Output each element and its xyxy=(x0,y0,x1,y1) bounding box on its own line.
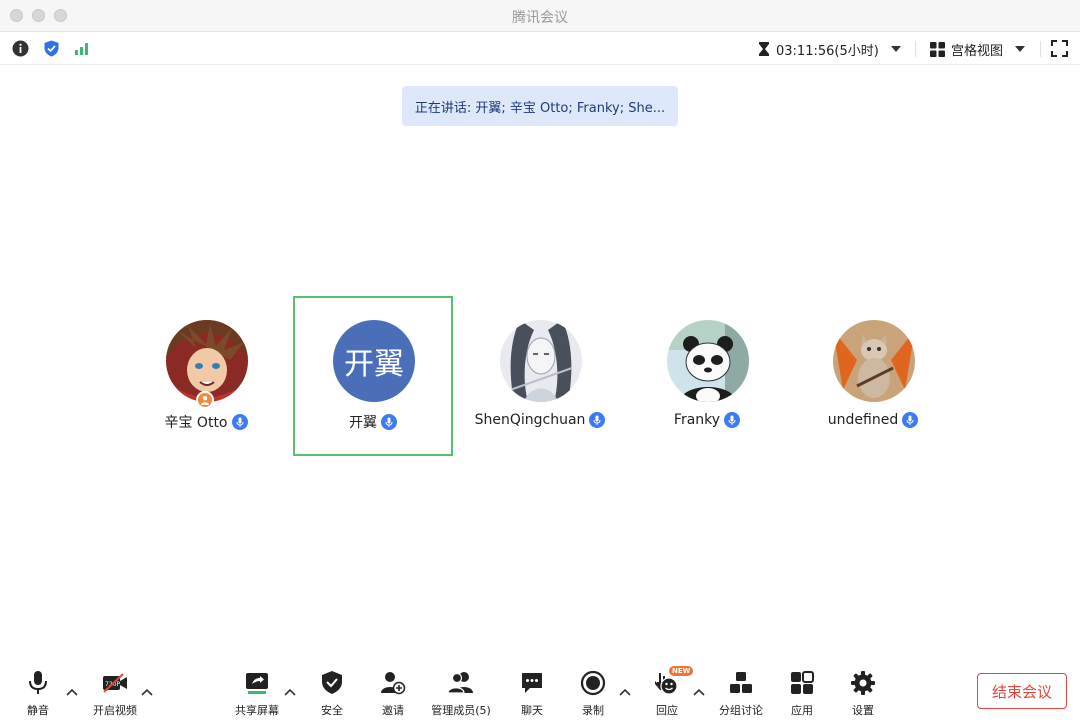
microphone-icon xyxy=(29,671,47,694)
participant-name-row: undefined xyxy=(793,412,953,428)
timer-text: 03:11:56(5小时) xyxy=(776,43,879,59)
record-label: 录制 xyxy=(582,704,604,717)
end-meeting-button[interactable]: 结束会议 xyxy=(977,673,1067,709)
participant-tile[interactable]: undefined xyxy=(793,296,953,456)
grid-view-icon xyxy=(930,41,945,57)
layout-label: 宫格视图 xyxy=(951,43,1004,59)
apps-grid-icon xyxy=(791,671,814,694)
participant-name-row: Franky xyxy=(627,412,787,428)
participant-tile[interactable]: Franky xyxy=(627,296,787,456)
microphone-icon xyxy=(724,412,741,428)
avatar: 开翼 xyxy=(333,320,415,402)
participant-name: 辛宝 Otto xyxy=(164,415,228,431)
divider xyxy=(1040,41,1041,57)
microphone-icon xyxy=(589,412,606,428)
title-bar: 腾讯会议 xyxy=(0,0,1080,32)
participant-name-row: 辛宝 Otto xyxy=(126,412,286,432)
avatar xyxy=(667,320,749,402)
shield-icon[interactable] xyxy=(43,40,60,57)
breakout-rooms-icon xyxy=(730,672,752,693)
video-off-icon: 720P xyxy=(103,673,127,693)
mute-label: 静音 xyxy=(27,704,49,717)
speaking-banner: 正在讲话: 开翼; 辛宝 Otto; Franky; She... xyxy=(402,86,678,126)
invite-label: 邀请 xyxy=(382,704,404,717)
participant-name: 开翼 xyxy=(349,415,377,431)
record-icon xyxy=(580,670,606,696)
hourglass-icon xyxy=(759,42,769,56)
status-bar: 03:11:56(5小时) 宫格视图 xyxy=(0,32,1080,65)
participant-name-row: 开翼 xyxy=(293,412,453,432)
meeting-toolbar: 静音 720P 开启视频 共享屏幕 安全 邀请 管理成员(5) 聊天 xyxy=(0,660,1080,720)
participant-tile[interactable]: 辛宝 Otto xyxy=(126,296,286,456)
host-icon xyxy=(196,391,214,409)
share-screen-icon xyxy=(246,673,268,694)
shield-icon xyxy=(322,671,342,694)
signal-strength-icon[interactable] xyxy=(74,40,91,57)
fullscreen-icon[interactable] xyxy=(1051,40,1068,57)
chevron-up-icon[interactable] xyxy=(141,687,153,697)
participant-name: undefined xyxy=(827,412,899,428)
divider xyxy=(915,41,916,57)
window-title: 腾讯会议 xyxy=(512,10,568,26)
share-screen-label: 共享屏幕 xyxy=(235,704,279,717)
members-icon xyxy=(447,672,473,694)
meeting-timer[interactable]: 03:11:56(5小时) xyxy=(758,39,901,59)
settings-label: 设置 xyxy=(852,704,874,717)
participant-name-row: ShenQingchuan xyxy=(460,412,620,428)
chevron-down-icon xyxy=(890,46,901,52)
chat-icon xyxy=(522,673,542,693)
microphone-icon xyxy=(231,414,248,430)
mute-button[interactable]: 静音 xyxy=(0,666,76,717)
avatar xyxy=(833,320,915,402)
start-video-label: 开启视频 xyxy=(93,704,137,717)
invite-button[interactable]: 邀请 xyxy=(355,666,431,717)
layout-selector[interactable]: 宫格视图 xyxy=(930,39,1026,59)
chevron-down-icon xyxy=(1015,46,1026,52)
participant-tile[interactable]: ShenQingchuan xyxy=(460,296,620,456)
avatar xyxy=(500,320,582,402)
microphone-icon xyxy=(902,412,919,428)
participant-tile[interactable]: 开翼 开翼 xyxy=(293,296,453,456)
meeting-window: 腾讯会议 03:11:56(5小时) 宫格视图 正在讲话: 开翼; 辛宝 Ott… xyxy=(0,0,1080,720)
microphone-icon xyxy=(381,414,397,430)
participant-name: Franky xyxy=(673,412,721,428)
settings-button[interactable]: 设置 xyxy=(825,666,901,717)
new-badge: NEW xyxy=(669,666,694,676)
gear-icon xyxy=(851,671,875,695)
avatar xyxy=(166,320,248,402)
participant-name: ShenQingchuan xyxy=(474,412,586,428)
info-icon[interactable] xyxy=(12,40,29,57)
manage-members-label: 管理成员(5) xyxy=(431,704,491,717)
reaction-label: 回应 xyxy=(656,704,678,717)
manage-members-button[interactable]: 管理成员(5) xyxy=(423,666,499,717)
add-user-icon xyxy=(381,672,406,695)
